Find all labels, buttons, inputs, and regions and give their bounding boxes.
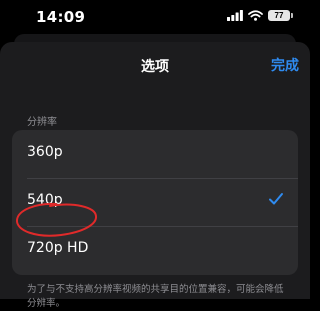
status-bar: 14:09 77 bbox=[0, 0, 310, 34]
status-icons: 77 bbox=[227, 10, 293, 21]
cellular-signal-icon bbox=[227, 10, 243, 21]
done-button[interactable]: 完成 bbox=[271, 55, 299, 75]
red-circle-annotation bbox=[16, 202, 97, 237]
options-sheet: 选项 完成 分辨率 360p 540p 720p HD 为了与不支持高分辨率视频… bbox=[0, 42, 310, 309]
option-360p[interactable]: 360p bbox=[12, 130, 298, 178]
wifi-icon bbox=[248, 10, 263, 21]
battery-level: 77 bbox=[274, 11, 284, 20]
battery-icon: 77 bbox=[268, 10, 293, 21]
option-label: 360p bbox=[27, 144, 63, 160]
checkmark-icon bbox=[269, 193, 283, 205]
nav-title: 选项 bbox=[141, 59, 169, 75]
resolution-footnote: 为了与不支持高分辨率视频的共享目的位置兼容，可能会降低分辨率。 bbox=[27, 284, 284, 309]
resolution-section-header: 分辨率 bbox=[27, 117, 57, 128]
status-time: 14:09 bbox=[36, 8, 86, 26]
